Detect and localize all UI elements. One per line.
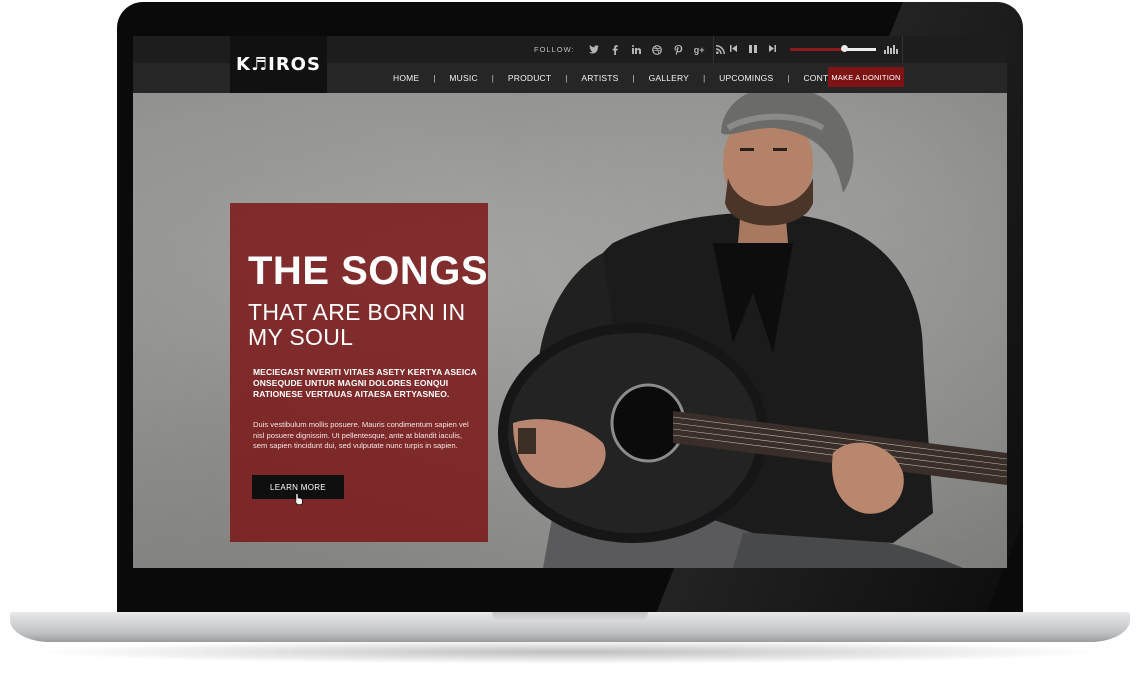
hero-subtitle: THAT ARE BORN IN MY SOUL <box>248 299 466 350</box>
hero-text-panel: THE SONGS THAT ARE BORN IN MY SOUL MECIE… <box>230 203 488 542</box>
music-player <box>713 36 903 63</box>
nav-separator: | <box>491 73 494 83</box>
hero-body-text: Duis vestibulum mollis posuere. Mauris c… <box>253 420 469 450</box>
hero-caps-text: MECIEGAST NVERITI VITAES ASETY KERTYA AS… <box>253 367 477 399</box>
pinterest-icon[interactable] <box>673 44 684 55</box>
twitter-icon[interactable] <box>589 44 600 55</box>
hand-cursor-icon <box>295 493 303 505</box>
nav-item-music[interactable]: MUSIC <box>447 73 479 83</box>
previous-track-icon[interactable] <box>730 45 737 54</box>
next-track-icon[interactable] <box>769 45 776 54</box>
linkedin-icon[interactable] <box>631 44 642 55</box>
nav-separator: | <box>787 73 790 83</box>
nav-item-artists[interactable]: ARTISTS <box>579 73 620 83</box>
pause-icon[interactable] <box>749 44 757 55</box>
dribbble-icon[interactable] <box>652 44 663 55</box>
website-screen: K♬IROS FOLLOW: g+ HOME | MUSIC | PRODUCT… <box>133 36 1007 568</box>
nav-separator: | <box>433 73 436 83</box>
laptop-notch <box>492 612 648 622</box>
nav-item-gallery[interactable]: GALLERY <box>647 73 691 83</box>
hero-title: THE SONGS <box>248 249 489 293</box>
nav-item-product[interactable]: PRODUCT <box>506 73 553 83</box>
facebook-icon[interactable] <box>610 44 621 55</box>
primary-nav: HOME | MUSIC | PRODUCT | ARTISTS | GALLE… <box>391 63 862 93</box>
google-plus-icon[interactable]: g+ <box>694 44 705 55</box>
logo-link[interactable]: K♬IROS <box>230 36 327 93</box>
nav-separator: | <box>632 73 635 83</box>
track-progress-fill <box>790 48 845 51</box>
laptop-shadow <box>30 640 1110 664</box>
track-progress-slider[interactable] <box>790 45 876 52</box>
equalizer-icon[interactable] <box>884 45 898 54</box>
nav-item-upcomings[interactable]: UPCOMINGS <box>717 73 775 83</box>
donate-button[interactable]: MAKE A DONITION <box>828 67 904 87</box>
site-logo: K♬IROS <box>236 54 321 75</box>
nav-item-home[interactable]: HOME <box>391 73 421 83</box>
social-follow: FOLLOW: g+ <box>534 36 726 63</box>
nav-separator: | <box>703 73 706 83</box>
track-progress-knob[interactable] <box>841 45 849 52</box>
follow-label: FOLLOW: <box>534 45 575 54</box>
nav-separator: | <box>565 73 568 83</box>
